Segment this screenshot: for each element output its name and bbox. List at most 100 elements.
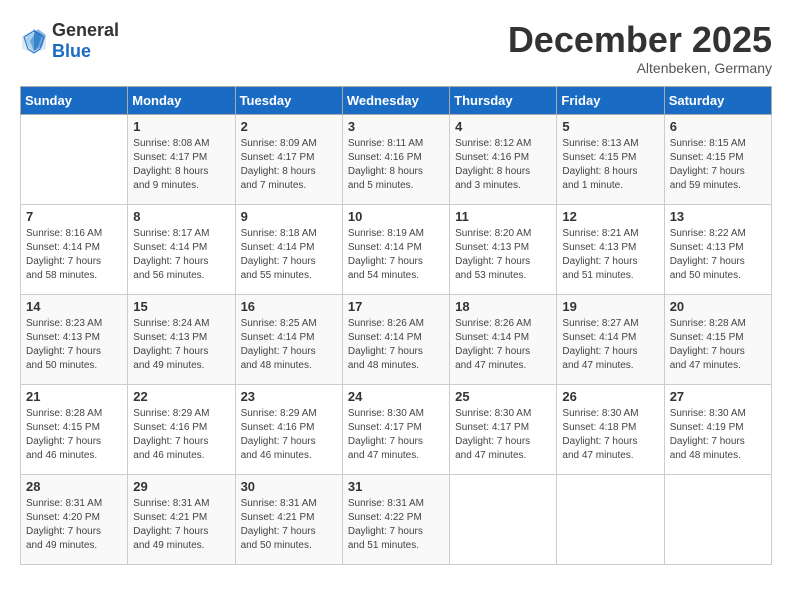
calendar-cell: 9 Sunrise: 8:18 AM Sunset: 4:14 PM Daylig… [235, 204, 342, 294]
day-info: Sunrise: 8:30 AM Sunset: 4:18 PM Dayligh… [562, 407, 658, 463]
day-info: Sunrise: 8:13 AM Sunset: 4:15 PM Dayligh… [562, 137, 658, 193]
calendar-cell [664, 474, 771, 564]
day-info: Sunrise: 8:23 AM Sunset: 4:13 PM Dayligh… [26, 317, 122, 373]
calendar-cell: 20 Sunrise: 8:28 AM Sunset: 4:15 PM Dayli… [664, 294, 771, 384]
day-number: 31 [348, 479, 444, 494]
day-number: 19 [562, 299, 658, 314]
calendar-cell: 11 Sunrise: 8:20 AM Sunset: 4:13 PM Dayli… [450, 204, 557, 294]
calendar-cell: 18 Sunrise: 8:26 AM Sunset: 4:14 PM Dayli… [450, 294, 557, 384]
day-number: 2 [241, 119, 337, 134]
day-info: Sunrise: 8:27 AM Sunset: 4:14 PM Dayligh… [562, 317, 658, 373]
day-number: 11 [455, 209, 551, 224]
day-number: 23 [241, 389, 337, 404]
day-number: 10 [348, 209, 444, 224]
day-info: Sunrise: 8:31 AM Sunset: 4:21 PM Dayligh… [133, 497, 229, 553]
week-row-2: 7 Sunrise: 8:16 AM Sunset: 4:14 PM Daylig… [21, 204, 772, 294]
day-info: Sunrise: 8:28 AM Sunset: 4:15 PM Dayligh… [26, 407, 122, 463]
calendar-cell: 8 Sunrise: 8:17 AM Sunset: 4:14 PM Daylig… [128, 204, 235, 294]
calendar-cell: 10 Sunrise: 8:19 AM Sunset: 4:14 PM Dayli… [342, 204, 449, 294]
day-number: 26 [562, 389, 658, 404]
logo-text: General Blue [52, 20, 119, 62]
calendar-table: SundayMondayTuesdayWednesdayThursdayFrid… [20, 86, 772, 565]
day-info: Sunrise: 8:17 AM Sunset: 4:14 PM Dayligh… [133, 227, 229, 283]
day-info: Sunrise: 8:30 AM Sunset: 4:17 PM Dayligh… [348, 407, 444, 463]
calendar-cell: 27 Sunrise: 8:30 AM Sunset: 4:19 PM Dayli… [664, 384, 771, 474]
day-number: 4 [455, 119, 551, 134]
day-info: Sunrise: 8:28 AM Sunset: 4:15 PM Dayligh… [670, 317, 766, 373]
day-info: Sunrise: 8:29 AM Sunset: 4:16 PM Dayligh… [133, 407, 229, 463]
day-number: 24 [348, 389, 444, 404]
day-info: Sunrise: 8:16 AM Sunset: 4:14 PM Dayligh… [26, 227, 122, 283]
day-info: Sunrise: 8:31 AM Sunset: 4:20 PM Dayligh… [26, 497, 122, 553]
calendar-cell: 12 Sunrise: 8:21 AM Sunset: 4:13 PM Dayli… [557, 204, 664, 294]
day-info: Sunrise: 8:24 AM Sunset: 4:13 PM Dayligh… [133, 317, 229, 373]
day-number: 8 [133, 209, 229, 224]
header-friday: Friday [557, 86, 664, 114]
week-row-5: 28Sunrise: 8:31 AM Sunset: 4:20 PM Dayli… [21, 474, 772, 564]
day-info: Sunrise: 8:21 AM Sunset: 4:13 PM Dayligh… [562, 227, 658, 283]
day-number: 5 [562, 119, 658, 134]
day-number: 20 [670, 299, 766, 314]
calendar-cell: 31 Sunrise: 8:31 AM Sunset: 4:22 PM Dayli… [342, 474, 449, 564]
title-block: December 2025 Altenbeken, Germany [508, 20, 772, 76]
header-monday: Monday [128, 86, 235, 114]
calendar-cell: 23 Sunrise: 8:29 AM Sunset: 4:16 PM Dayli… [235, 384, 342, 474]
day-info: Sunrise: 8:29 AM Sunset: 4:16 PM Dayligh… [241, 407, 337, 463]
header-wednesday: Wednesday [342, 86, 449, 114]
calendar-cell: 16Sunrise: 8:25 AM Sunset: 4:14 PM Dayli… [235, 294, 342, 384]
header-saturday: Saturday [664, 86, 771, 114]
day-info: Sunrise: 8:30 AM Sunset: 4:17 PM Dayligh… [455, 407, 551, 463]
header-tuesday: Tuesday [235, 86, 342, 114]
header-thursday: Thursday [450, 86, 557, 114]
day-info: Sunrise: 8:15 AM Sunset: 4:15 PM Dayligh… [670, 137, 766, 193]
day-number: 30 [241, 479, 337, 494]
calendar-cell: 3 Sunrise: 8:11 AM Sunset: 4:16 PM Daylig… [342, 114, 449, 204]
month-title: December 2025 [508, 20, 772, 60]
week-row-3: 14 Sunrise: 8:23 AM Sunset: 4:13 PM Dayli… [21, 294, 772, 384]
day-info: Sunrise: 8:18 AM Sunset: 4:14 PM Dayligh… [241, 227, 337, 283]
day-info: Sunrise: 8:30 AM Sunset: 4:19 PM Dayligh… [670, 407, 766, 463]
calendar-cell: 21 Sunrise: 8:28 AM Sunset: 4:15 PM Dayli… [21, 384, 128, 474]
day-number: 13 [670, 209, 766, 224]
day-info: Sunrise: 8:22 AM Sunset: 4:13 PM Dayligh… [670, 227, 766, 283]
calendar-cell: 13 Sunrise: 8:22 AM Sunset: 4:13 PM Dayli… [664, 204, 771, 294]
day-number: 17 [348, 299, 444, 314]
calendar-cell: 29Sunrise: 8:31 AM Sunset: 4:21 PM Dayli… [128, 474, 235, 564]
calendar-cell: 7 Sunrise: 8:16 AM Sunset: 4:14 PM Daylig… [21, 204, 128, 294]
day-info: Sunrise: 8:31 AM Sunset: 4:22 PM Dayligh… [348, 497, 444, 553]
day-info: Sunrise: 8:20 AM Sunset: 4:13 PM Dayligh… [455, 227, 551, 283]
calendar-cell: 25Sunrise: 8:30 AM Sunset: 4:17 PM Dayli… [450, 384, 557, 474]
logo-blue: Blue [52, 41, 91, 61]
calendar-cell: 4 Sunrise: 8:12 AM Sunset: 4:16 PM Daylig… [450, 114, 557, 204]
day-info: Sunrise: 8:09 AM Sunset: 4:17 PM Dayligh… [241, 137, 337, 193]
calendar-cell: 14 Sunrise: 8:23 AM Sunset: 4:13 PM Dayli… [21, 294, 128, 384]
logo: General Blue [20, 20, 119, 62]
calendar-cell: 17 Sunrise: 8:26 AM Sunset: 4:14 PM Dayli… [342, 294, 449, 384]
location: Altenbeken, Germany [508, 60, 772, 76]
day-info: Sunrise: 8:25 AM Sunset: 4:14 PM Dayligh… [241, 317, 337, 373]
calendar-cell: 30Sunrise: 8:31 AM Sunset: 4:21 PM Dayli… [235, 474, 342, 564]
day-number: 15 [133, 299, 229, 314]
day-number: 3 [348, 119, 444, 134]
day-number: 14 [26, 299, 122, 314]
day-number: 7 [26, 209, 122, 224]
day-info: Sunrise: 8:19 AM Sunset: 4:14 PM Dayligh… [348, 227, 444, 283]
day-number: 18 [455, 299, 551, 314]
calendar-cell: 1Sunrise: 8:08 AM Sunset: 4:17 PM Daylig… [128, 114, 235, 204]
day-info: Sunrise: 8:26 AM Sunset: 4:14 PM Dayligh… [348, 317, 444, 373]
day-info: Sunrise: 8:11 AM Sunset: 4:16 PM Dayligh… [348, 137, 444, 193]
logo-icon [20, 27, 48, 55]
calendar-cell [21, 114, 128, 204]
day-info: Sunrise: 8:12 AM Sunset: 4:16 PM Dayligh… [455, 137, 551, 193]
day-number: 12 [562, 209, 658, 224]
calendar-cell: 19 Sunrise: 8:27 AM Sunset: 4:14 PM Dayli… [557, 294, 664, 384]
day-number: 21 [26, 389, 122, 404]
day-info: Sunrise: 8:26 AM Sunset: 4:14 PM Dayligh… [455, 317, 551, 373]
calendar-cell: 15 Sunrise: 8:24 AM Sunset: 4:13 PM Dayli… [128, 294, 235, 384]
day-number: 27 [670, 389, 766, 404]
day-number: 9 [241, 209, 337, 224]
header-sunday: Sunday [21, 86, 128, 114]
calendar-cell: 26 Sunrise: 8:30 AM Sunset: 4:18 PM Dayli… [557, 384, 664, 474]
logo-general: General [52, 20, 119, 40]
calendar-cell: 5 Sunrise: 8:13 AM Sunset: 4:15 PM Daylig… [557, 114, 664, 204]
